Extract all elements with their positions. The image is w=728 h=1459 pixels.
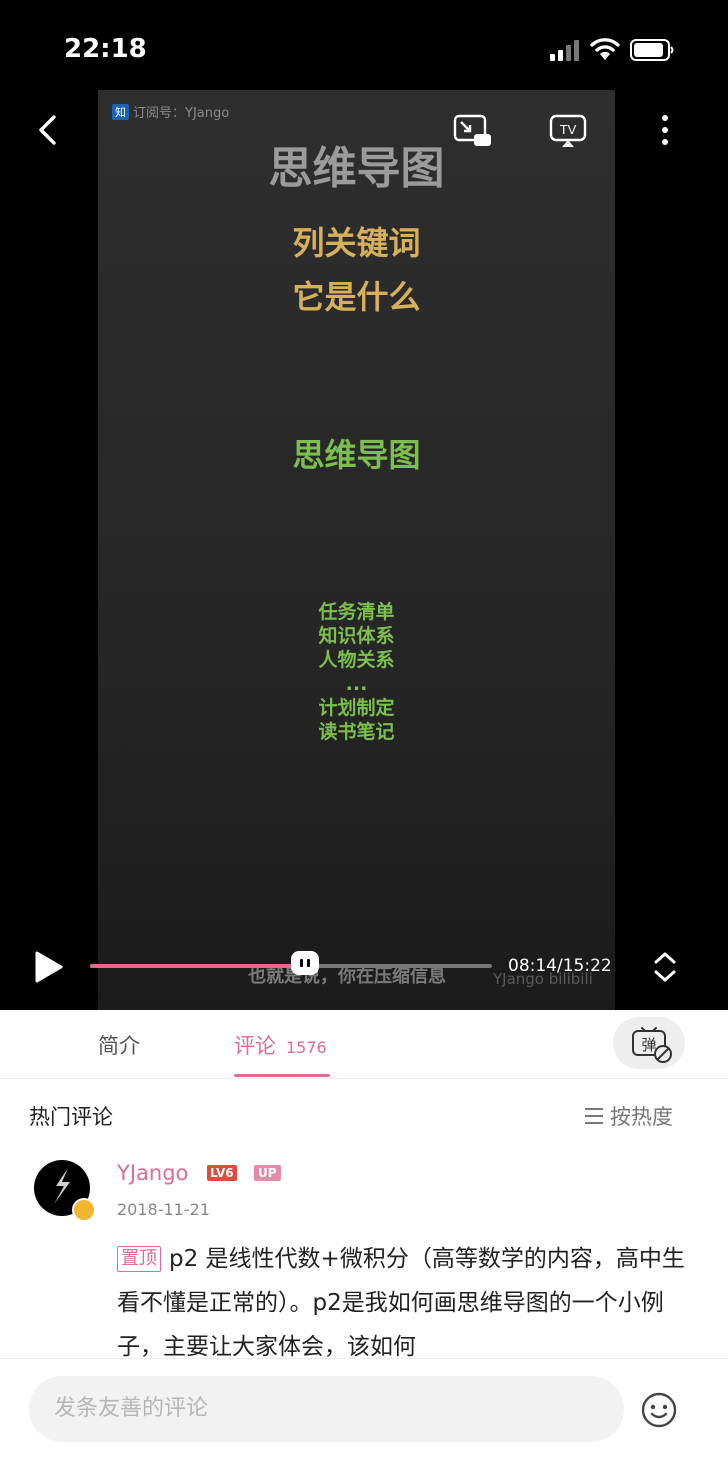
- status-bar: 22:18: [0, 0, 728, 90]
- verified-badge-icon: [72, 1198, 96, 1222]
- progress-bar[interactable]: [90, 951, 492, 975]
- comment-input-bar: 发条友善的评论: [0, 1358, 728, 1459]
- danmaku-label: 弹: [641, 1036, 656, 1054]
- clock: 22:18: [64, 34, 147, 64]
- svg-text:TV: TV: [560, 122, 577, 137]
- signal-icon: [550, 40, 579, 61]
- comment-count: 1576: [286, 1038, 327, 1057]
- comment-date: 2018-11-21: [117, 1200, 210, 1219]
- slide-list-item: 知识体系: [318, 625, 395, 647]
- slide-heading-green: 思维导图: [292, 436, 421, 474]
- time-display: 08:14/15:22: [508, 956, 612, 976]
- zhihu-badge: 知: [112, 103, 129, 120]
- danmaku-off-icon: 弹: [632, 1027, 672, 1063]
- pip-icon[interactable]: [453, 114, 493, 148]
- watermark: 知 订阅号：YJango: [112, 102, 229, 121]
- slide-keyword-line: 列关键词: [292, 224, 421, 262]
- emoji-icon[interactable]: [640, 1391, 678, 1429]
- play-icon[interactable]: [34, 950, 64, 984]
- back-icon[interactable]: [36, 114, 60, 146]
- avatar[interactable]: [34, 1160, 96, 1222]
- comment-username[interactable]: YJango: [117, 1161, 188, 1185]
- progress-fill: [90, 964, 306, 968]
- tv-cast-icon[interactable]: TV: [549, 114, 589, 148]
- comment-text: p2 是线性代数+微积分（高等数学的内容，高中生看不懂是正常的）。p2是我如何画…: [117, 1246, 685, 1359]
- slide-list-item: 人物关系: [318, 649, 395, 671]
- sort-icon: [585, 1108, 603, 1124]
- more-icon[interactable]: [659, 114, 671, 146]
- slide-list-item: 任务清单: [318, 601, 395, 623]
- progress-thumb[interactable]: [291, 951, 320, 975]
- watermark-text: 订阅号：YJango: [133, 106, 230, 121]
- slide-keyword-line: 它是什么: [292, 278, 421, 316]
- hot-comments-header: 热门评论 按热度: [0, 1079, 728, 1149]
- slide-list: 任务清单 知识体系 人物关系 ... 计划制定 读书笔记: [98, 600, 615, 744]
- wifi-icon: [590, 38, 620, 60]
- level-badge: LV6: [207, 1165, 237, 1181]
- comment-input[interactable]: 发条友善的评论: [29, 1376, 624, 1442]
- pinned-tag: 置顶: [117, 1246, 161, 1272]
- hot-comments-title: 热门评论: [29, 1105, 113, 1129]
- video-player[interactable]: 22:18 知 订阅号：YJango 思维导图 列关键词 它是什么 思维导图 任…: [0, 0, 728, 1010]
- tab-comments-label: 评论: [234, 1034, 276, 1058]
- slide-title: 思维导图: [268, 143, 445, 194]
- sort-label: 按热度: [610, 1105, 673, 1129]
- comment-item: YJango LV6 UP 2018-11-21 置顶 p2 是线性代数+微积分（…: [0, 1149, 728, 1359]
- slide-list-item: ...: [345, 673, 368, 695]
- tab-comments[interactable]: 评论 1576: [234, 1030, 327, 1060]
- slide-list-item: 计划制定: [318, 697, 395, 719]
- video-frame: 知 订阅号：YJango 思维导图 列关键词 它是什么 思维导图 任务清单 知识…: [98, 90, 615, 1010]
- danmaku-toggle-button[interactable]: 弹: [613, 1017, 685, 1069]
- active-tab-indicator: [234, 1074, 330, 1077]
- fullscreen-icon[interactable]: [652, 950, 678, 984]
- comment-body[interactable]: 置顶 p2 是线性代数+微积分（高等数学的内容，高中生看不懂是正常的）。p2是我如…: [117, 1237, 697, 1359]
- tab-intro[interactable]: 简介: [98, 1030, 140, 1060]
- up-badge: UP: [254, 1165, 281, 1181]
- slide-list-item: 读书笔记: [318, 721, 395, 743]
- sort-button[interactable]: 按热度: [584, 1101, 673, 1131]
- battery-icon: [630, 39, 674, 61]
